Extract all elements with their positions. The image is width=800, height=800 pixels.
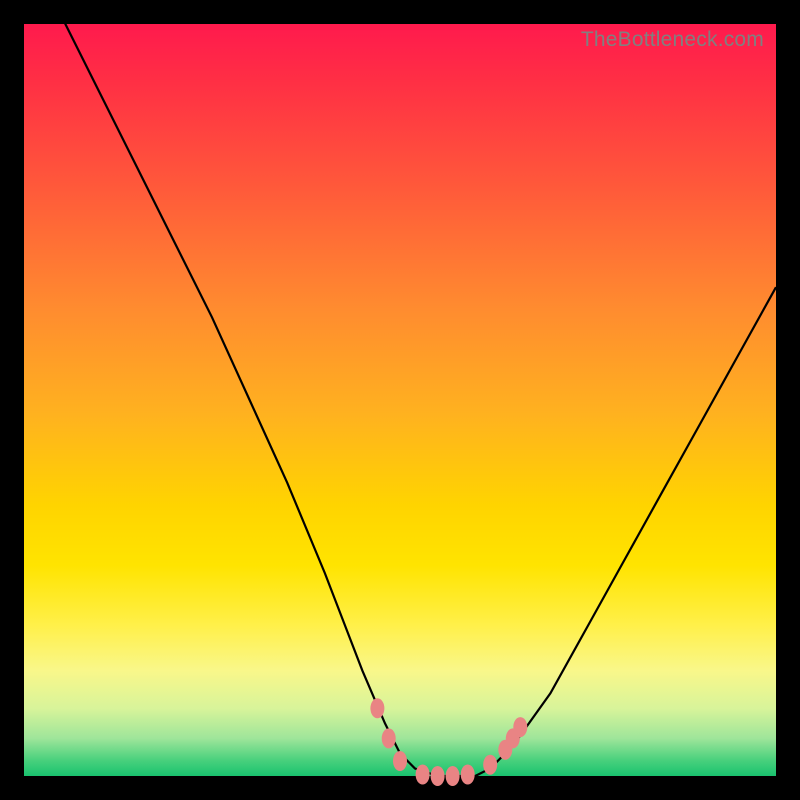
curve-marker <box>446 766 460 786</box>
curve-marker <box>461 765 475 785</box>
curve-marker <box>382 728 396 748</box>
curve-markers <box>370 698 527 786</box>
curve-marker <box>513 717 527 737</box>
curve-marker <box>483 755 497 775</box>
bottleneck-curve <box>24 0 776 776</box>
curve-marker <box>393 751 407 771</box>
curve-marker <box>416 765 430 785</box>
plot-area: TheBottleneck.com <box>24 24 776 776</box>
curve-layer <box>24 24 776 776</box>
chart-frame: TheBottleneck.com <box>0 0 800 800</box>
curve-marker <box>431 766 445 786</box>
curve-marker <box>370 698 384 718</box>
